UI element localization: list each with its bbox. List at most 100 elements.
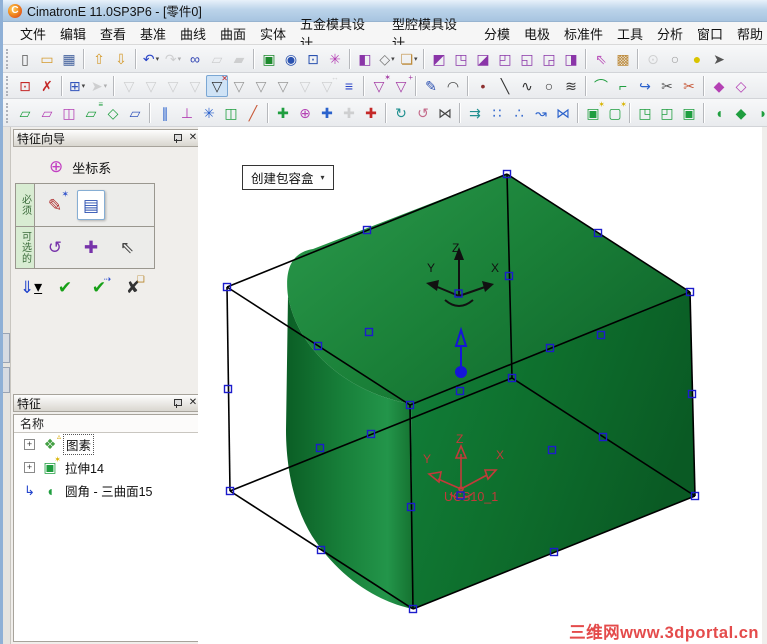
menu-item-13[interactable]: 分析 xyxy=(650,22,690,45)
light-on-icon[interactable]: ● xyxy=(686,48,708,70)
menu-item-2[interactable]: 查看 xyxy=(93,22,133,45)
axis-center-icon[interactable]: ✳ xyxy=(198,102,220,124)
toolbar-grip[interactable] xyxy=(6,75,10,96)
special-pick-icon[interactable]: ➤ ▾ xyxy=(88,75,110,97)
filter-points-icon[interactable]: ▽ xyxy=(250,75,272,97)
apply-options-button[interactable]: ⇓ ▾ xyxy=(19,275,43,299)
draft-icon[interactable]: ◗ xyxy=(752,102,767,124)
undo-icon[interactable]: ↶ ▾ xyxy=(140,48,162,70)
axis-planes-icon[interactable]: ◫ xyxy=(220,102,242,124)
translate-icon[interactable]: ⇉ xyxy=(464,102,486,124)
menu-item-11[interactable]: 标准件 xyxy=(557,22,610,45)
quick-filter-icon[interactable]: ▽ ✶ xyxy=(368,73,391,97)
frame-pick-icon[interactable]: ⊡ xyxy=(14,75,36,97)
filter-sketches-icon[interactable]: ▽ xyxy=(272,75,294,97)
tree-item[interactable]: ↳ ◖ 圆角 - 三曲面15 xyxy=(14,479,202,502)
move-copy-icon[interactable]: ↻ xyxy=(390,102,412,124)
ruled-surface-icon[interactable]: ◇ xyxy=(730,75,752,97)
render-window-icon[interactable]: ▣ xyxy=(258,48,280,70)
export-file-icon[interactable]: ⇩ xyxy=(110,48,132,70)
open-profile-icon[interactable]: ◠ xyxy=(442,75,464,97)
view-sync-icon[interactable]: ∞ xyxy=(184,48,206,70)
mirror-icon[interactable]: ⋈ xyxy=(434,102,456,124)
pattern-grid-icon[interactable]: ∷ xyxy=(486,102,508,124)
zoom-window-icon[interactable]: ⊡ xyxy=(302,48,324,70)
solid-add-icon[interactable]: ◰ xyxy=(656,102,678,124)
plane-mid-icon[interactable]: ◫ xyxy=(58,102,80,124)
pattern-curve-icon[interactable]: ↝ xyxy=(530,102,552,124)
rotate-ucs-icon[interactable]: ↺ xyxy=(41,233,69,263)
plane-offset-icon[interactable]: ▱ ≡ xyxy=(80,100,103,124)
view-front-icon[interactable]: ◳ xyxy=(450,48,472,70)
sketcher-icon[interactable]: ✎ xyxy=(420,75,442,97)
view-back-icon[interactable]: ◪ xyxy=(472,48,494,70)
collapsed-panel-tab[interactable] xyxy=(3,367,10,393)
filter-clear-icon[interactable]: ▽ ✕ xyxy=(206,74,228,97)
pick-arrow-icon[interactable]: ➤ xyxy=(708,48,730,70)
point-icon[interactable]: • xyxy=(472,75,494,97)
ghost-display-icon[interactable]: ⊙ xyxy=(642,48,664,70)
trim-curve-icon[interactable]: ✂ xyxy=(656,75,678,97)
plane-points-icon[interactable]: ▱ xyxy=(124,102,146,124)
new-document-icon[interactable]: ▯ xyxy=(14,48,36,70)
view-left-icon[interactable]: ◰ xyxy=(494,48,516,70)
axis-point-icon[interactable]: ⊥ xyxy=(176,102,198,124)
axis-angle-icon[interactable]: ╱ xyxy=(242,102,264,124)
extend-curve-icon[interactable]: ↪ xyxy=(634,75,656,97)
menu-item-4[interactable]: 曲线 xyxy=(173,22,213,45)
collapsed-panel-tab[interactable] xyxy=(3,333,10,363)
filter-settings-icon[interactable]: ≡ xyxy=(338,75,360,97)
view-top-icon[interactable]: ◲ xyxy=(538,48,560,70)
feature-wizard-header[interactable]: 特征向导 ✕ xyxy=(13,129,203,147)
tree-item-label[interactable]: 拉伸14 xyxy=(63,458,106,477)
menu-item-15[interactable]: 帮助 xyxy=(730,22,767,45)
cancel-button[interactable]: ✘ ❏ xyxy=(121,274,145,299)
new-solid-icon[interactable]: ▣ ✶ xyxy=(582,100,605,124)
lock-orientation-icon[interactable]: ▩ xyxy=(612,48,634,70)
ucs-origin-icon[interactable]: ✚ xyxy=(316,102,338,124)
wireframe-display-icon[interactable]: ◇ ▾ xyxy=(376,48,398,70)
direction-origin-dot[interactable] xyxy=(455,366,467,378)
expand-icon[interactable]: + xyxy=(24,439,35,450)
plane-parallel-icon[interactable]: ▱ xyxy=(14,102,36,124)
plane-fold-icon[interactable]: ▱ xyxy=(36,102,58,124)
define-by-sketch-icon[interactable]: ✎ ✶ xyxy=(41,189,69,220)
rotate-copy-icon[interactable]: ↺ xyxy=(412,102,434,124)
tree-item[interactable]: + ❖ ▵ 图素 xyxy=(14,432,202,456)
pick-display-icon[interactable]: ❏ ▾ xyxy=(398,48,420,70)
menu-item-3[interactable]: 基准 xyxy=(133,22,173,45)
filter-dims-icon[interactable]: ▽ xyxy=(294,75,316,97)
menu-item-10[interactable]: 电极 xyxy=(517,22,557,45)
ok-continue-button[interactable]: ✔ ⇢ xyxy=(87,274,111,299)
zoom-selected-icon[interactable]: ◉ xyxy=(280,48,302,70)
menu-item-6[interactable]: 实体 xyxy=(253,22,293,45)
menu-item-9[interactable]: 分模 xyxy=(477,22,517,45)
paste-view-icon[interactable]: ▰ xyxy=(228,48,250,70)
mirror-pattern-icon[interactable]: ⋈ xyxy=(552,102,574,124)
tree-item-label[interactable]: 圆角 - 三曲面15 xyxy=(63,481,155,500)
rotate-view-icon[interactable]: ✳ xyxy=(324,48,346,70)
filter-curves-icon[interactable]: ▽ xyxy=(184,75,206,97)
coil-icon[interactable]: ≋ xyxy=(560,75,582,97)
solid-intersect-icon[interactable]: ▣ xyxy=(678,102,700,124)
ucs-geometry-icon[interactable]: ✚ xyxy=(272,102,294,124)
corner-round-icon[interactable]: ⌐ xyxy=(612,75,634,97)
create-bounding-box-button[interactable]: 创建包容盒 ▾ xyxy=(242,165,334,190)
filter-range-icon[interactable]: ▽ ↔ xyxy=(316,73,339,97)
view-bottom-icon[interactable]: ◨ xyxy=(560,48,582,70)
viewport-canvas[interactable]: Z Y X Z Y X UCS10_1 xyxy=(198,127,762,644)
orient-sketch-icon[interactable]: ⇖ xyxy=(590,48,612,70)
add-pick-icon[interactable]: ⊞ ▾ xyxy=(66,75,88,97)
expand-icon[interactable]: + xyxy=(24,462,35,473)
drive-surface-icon[interactable]: ◆ xyxy=(708,75,730,97)
pick-ucs-icon[interactable]: ⇖ xyxy=(113,233,141,263)
menu-item-12[interactable]: 工具 xyxy=(610,22,650,45)
toolbar-grip[interactable] xyxy=(6,48,10,69)
redo-icon[interactable]: ↷ ▾ xyxy=(162,48,184,70)
round-icon[interactable]: ◖ xyxy=(708,102,730,124)
open-document-icon[interactable]: ▭ xyxy=(36,48,58,70)
plane-angle-icon[interactable]: ◇ xyxy=(102,102,124,124)
ucs-translate-icon[interactable]: ✚ xyxy=(338,102,360,124)
define-by-dialog-icon[interactable]: ▤ xyxy=(77,190,105,220)
line-icon[interactable]: ╲ xyxy=(494,75,516,97)
